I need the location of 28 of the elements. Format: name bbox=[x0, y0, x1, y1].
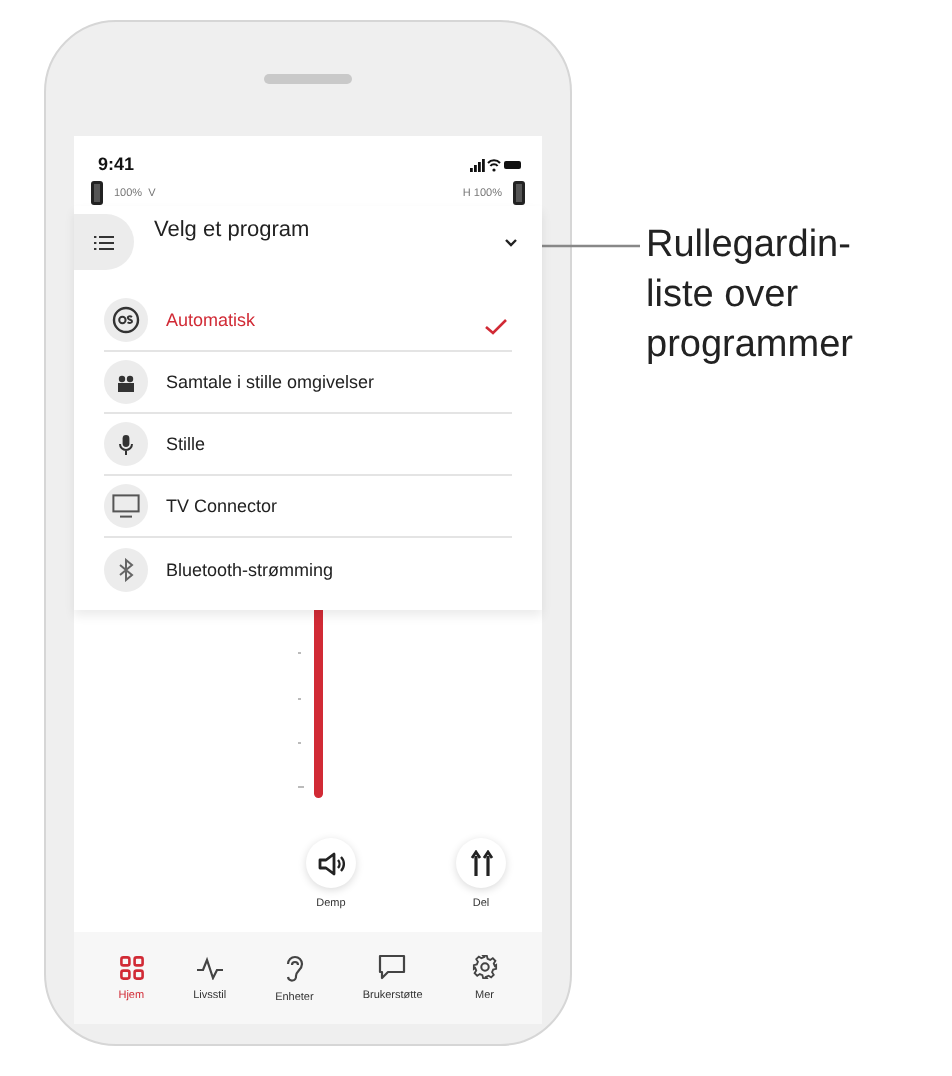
clock-time: 9:41 bbox=[98, 154, 135, 174]
checkmark-icon bbox=[484, 318, 508, 336]
pulse-icon bbox=[195, 955, 224, 979]
people-icon bbox=[116, 373, 136, 391]
program-option[interactable]: Bluetooth-strømming bbox=[104, 538, 512, 602]
bluetooth-icon bbox=[118, 558, 134, 582]
os-circle-icon bbox=[112, 306, 140, 334]
list-icon bbox=[94, 235, 114, 249]
program-option[interactable]: Stille bbox=[104, 414, 512, 476]
monitor-icon bbox=[112, 494, 140, 518]
microphone-icon bbox=[118, 433, 134, 455]
grid-icon bbox=[119, 955, 144, 979]
battery-icon bbox=[90, 180, 104, 206]
phone-speaker bbox=[264, 74, 352, 84]
chat-bubble-icon bbox=[378, 954, 407, 980]
program-dropdown-header[interactable]: Velg et program bbox=[74, 214, 542, 278]
gear-icon bbox=[471, 954, 498, 980]
chevron-icon bbox=[504, 238, 518, 248]
split-button[interactable] bbox=[456, 838, 506, 888]
callout-text: Rullegardin-liste over programmer bbox=[646, 222, 855, 370]
ear-icon bbox=[282, 953, 307, 981]
status-icons bbox=[470, 157, 522, 171]
program-option[interactable]: Automatisk bbox=[104, 290, 512, 352]
program-option[interactable]: TV Connector bbox=[104, 476, 512, 538]
battery-icon bbox=[512, 180, 526, 206]
program-option[interactable]: Samtale i stille omgivelser bbox=[104, 352, 512, 414]
mute-button[interactable] bbox=[306, 838, 356, 888]
speaker-icon bbox=[317, 851, 345, 875]
